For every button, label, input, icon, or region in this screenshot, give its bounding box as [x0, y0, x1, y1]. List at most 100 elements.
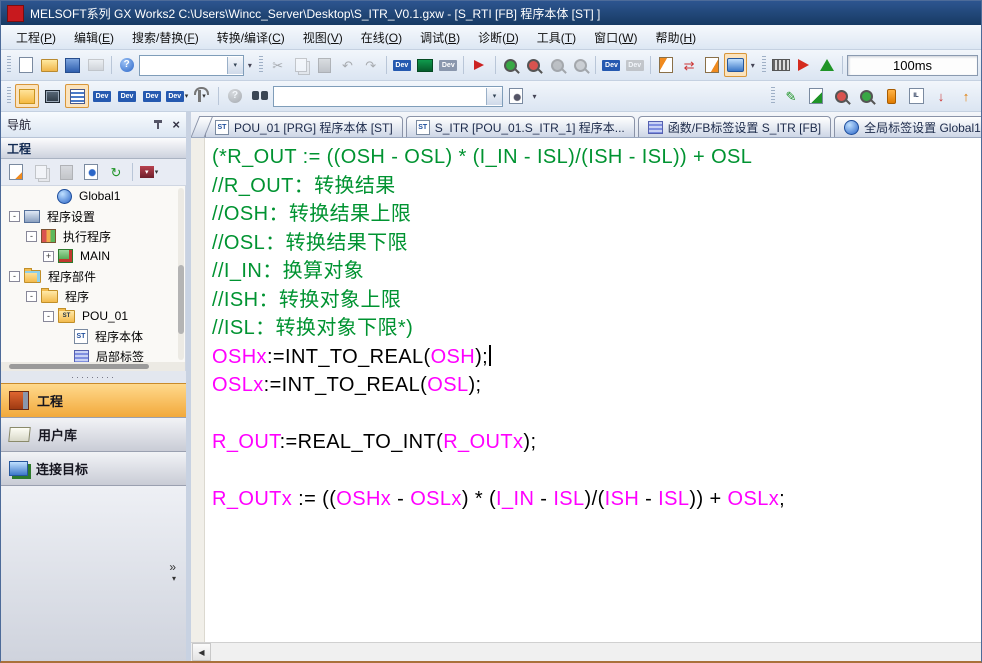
simulation-stop-icon[interactable]: [816, 53, 838, 77]
transfer-setup-icon[interactable]: [468, 53, 490, 77]
verify-plc-icon[interactable]: [546, 53, 568, 77]
copy-icon[interactable]: [290, 53, 312, 77]
remote-operation-icon[interactable]: [569, 53, 591, 77]
toolbar-grip[interactable]: [7, 87, 11, 105]
collapse-icon[interactable]: -: [26, 231, 37, 242]
tree-item[interactable]: -程序部件: [1, 266, 185, 286]
toolbar-grip[interactable]: [259, 56, 263, 74]
st-code-editor[interactable]: (*R_OUT := ((OSH - OSL) * (I_IN - ISL)/(…: [191, 138, 981, 642]
tree-item[interactable]: -STPOU_01: [1, 306, 185, 326]
copy-data-icon[interactable]: [29, 160, 53, 184]
tab-1[interactable]: STPOU_01 [PRG] 程序本体 [ST]: [205, 116, 403, 137]
find-combo-arrow-icon[interactable]: ▾: [486, 88, 502, 105]
undo-icon[interactable]: ↶: [336, 53, 358, 77]
watch-start-icon[interactable]: [655, 53, 677, 77]
il-display-icon[interactable]: IL: [904, 84, 928, 108]
panel-splitter-handle[interactable]: ·········: [1, 371, 186, 383]
editor-horizontal-scrollbar[interactable]: ◀: [191, 642, 981, 661]
sort-icon[interactable]: ▾▾: [137, 160, 161, 184]
module-config-icon[interactable]: [40, 84, 64, 108]
device-comment-find-icon[interactable]: Dev: [391, 53, 413, 77]
monitor-mode-icon[interactable]: [724, 53, 746, 77]
view-button-project-view[interactable]: 工程: [1, 383, 186, 417]
convert-icon[interactable]: ✎: [779, 84, 803, 108]
expand-icon[interactable]: +: [43, 251, 54, 262]
device-display-icon[interactable]: Dev▾: [165, 84, 189, 108]
collapse-icon[interactable]: -: [9, 271, 20, 282]
toolbar-grip[interactable]: [762, 56, 766, 74]
program-check-icon[interactable]: [829, 84, 853, 108]
refresh-view-icon[interactable]: ↻: [104, 160, 128, 184]
menu-item-o[interactable]: 在线(O): [352, 26, 411, 49]
view-button-user-library[interactable]: 用户库: [1, 417, 186, 451]
cross-reference-icon[interactable]: ▾: [190, 84, 214, 108]
collapse-icon[interactable]: -: [26, 291, 37, 302]
close-icon[interactable]: ×: [172, 118, 180, 131]
property-icon[interactable]: [79, 160, 103, 184]
tab-3[interactable]: 函数/FB标签设置 S_ITR [FB]: [638, 116, 831, 137]
cut-icon[interactable]: ✂: [267, 53, 289, 77]
paste-data-icon[interactable]: [54, 160, 78, 184]
tree-item[interactable]: +MAIN: [1, 246, 185, 266]
expand-buttons-icon[interactable]: »: [169, 562, 176, 573]
menu-item-t[interactable]: 工具(T): [528, 26, 585, 49]
tree-item[interactable]: ST程序本体: [1, 326, 185, 346]
menu-item-f[interactable]: 搜索/替换(F): [123, 26, 208, 49]
save-project-icon[interactable]: [61, 53, 83, 77]
open-project-icon[interactable]: [38, 53, 60, 77]
navigation-window-icon[interactable]: [15, 84, 39, 108]
new-data-icon[interactable]: [4, 160, 28, 184]
pin-icon[interactable]: [153, 119, 164, 131]
menu-item-w[interactable]: 窗口(W): [585, 26, 646, 49]
menu-item-b[interactable]: 调试(B): [411, 26, 469, 49]
scroll-left-icon[interactable]: ◀: [192, 643, 211, 661]
device-table-icon[interactable]: Dev: [115, 84, 139, 108]
menu-item-d[interactable]: 诊断(D): [469, 26, 528, 49]
watch-stop-icon[interactable]: ⇄: [678, 53, 700, 77]
print-icon[interactable]: [84, 53, 106, 77]
tab-2[interactable]: STS_ITR [POU_01.S_ITR_1] 程序本...: [406, 116, 635, 137]
tree-item[interactable]: -执行程序: [1, 226, 185, 246]
jump-next-icon[interactable]: ↓: [929, 84, 953, 108]
simulation-start-icon[interactable]: [793, 53, 815, 77]
toolbar-grip[interactable]: [771, 87, 775, 105]
toolbar-overflow-icon[interactable]: ▾: [748, 54, 758, 76]
view-button-connection-target[interactable]: 连接目标: [1, 451, 186, 485]
device-find-icon[interactable]: Dev: [90, 84, 114, 108]
collapse-icon[interactable]: -: [43, 311, 54, 322]
paste-icon[interactable]: [313, 53, 335, 77]
corner-menu-icon[interactable]: ▾: [172, 573, 176, 584]
find-in-document-icon[interactable]: [504, 84, 528, 108]
menu-item-p[interactable]: 工程(P): [7, 26, 65, 49]
tab-4[interactable]: 全局标签设置 Global1: [834, 116, 981, 137]
quick-access-combo[interactable]: ▾: [139, 55, 244, 76]
read-plc-icon[interactable]: [500, 53, 522, 77]
menu-item-c[interactable]: 转换/编译(C): [208, 26, 294, 49]
help2-icon[interactable]: ?: [223, 84, 247, 108]
sampling-trace-icon[interactable]: [770, 53, 792, 77]
collapse-icon[interactable]: -: [9, 211, 20, 222]
menu-item-h[interactable]: 帮助(H): [646, 26, 705, 49]
device-monitor-find-icon[interactable]: [414, 53, 436, 77]
tree-item[interactable]: -程序: [1, 286, 185, 306]
write-plc-icon[interactable]: [523, 53, 545, 77]
tree-horizontal-scrollbar[interactable]: [1, 362, 186, 371]
parameter-icon[interactable]: [879, 84, 903, 108]
tree-vertical-scrollbar[interactable]: [178, 188, 184, 360]
menu-item-v[interactable]: 视图(V): [294, 26, 352, 49]
function-list-icon[interactable]: [65, 84, 89, 108]
help-icon[interactable]: ?: [116, 53, 138, 77]
find-icon[interactable]: [248, 84, 272, 108]
find-combo[interactable]: ▾: [273, 86, 503, 107]
convert-all-icon[interactable]: [804, 84, 828, 108]
toolbar-overflow-icon[interactable]: ▾: [245, 54, 255, 76]
tree-item[interactable]: -程序设置: [1, 206, 185, 226]
tree-item[interactable]: Global1: [1, 186, 185, 206]
tree-item[interactable]: 局部标签: [1, 346, 185, 362]
device-memory-icon[interactable]: Dev: [600, 53, 622, 77]
watch-register-icon[interactable]: [701, 53, 723, 77]
device-initial-icon[interactable]: Dev: [624, 53, 646, 77]
new-project-icon[interactable]: [15, 53, 37, 77]
quick-access-combo-arrow-icon[interactable]: ▾: [227, 57, 243, 74]
menu-item-e[interactable]: 编辑(E): [65, 26, 123, 49]
